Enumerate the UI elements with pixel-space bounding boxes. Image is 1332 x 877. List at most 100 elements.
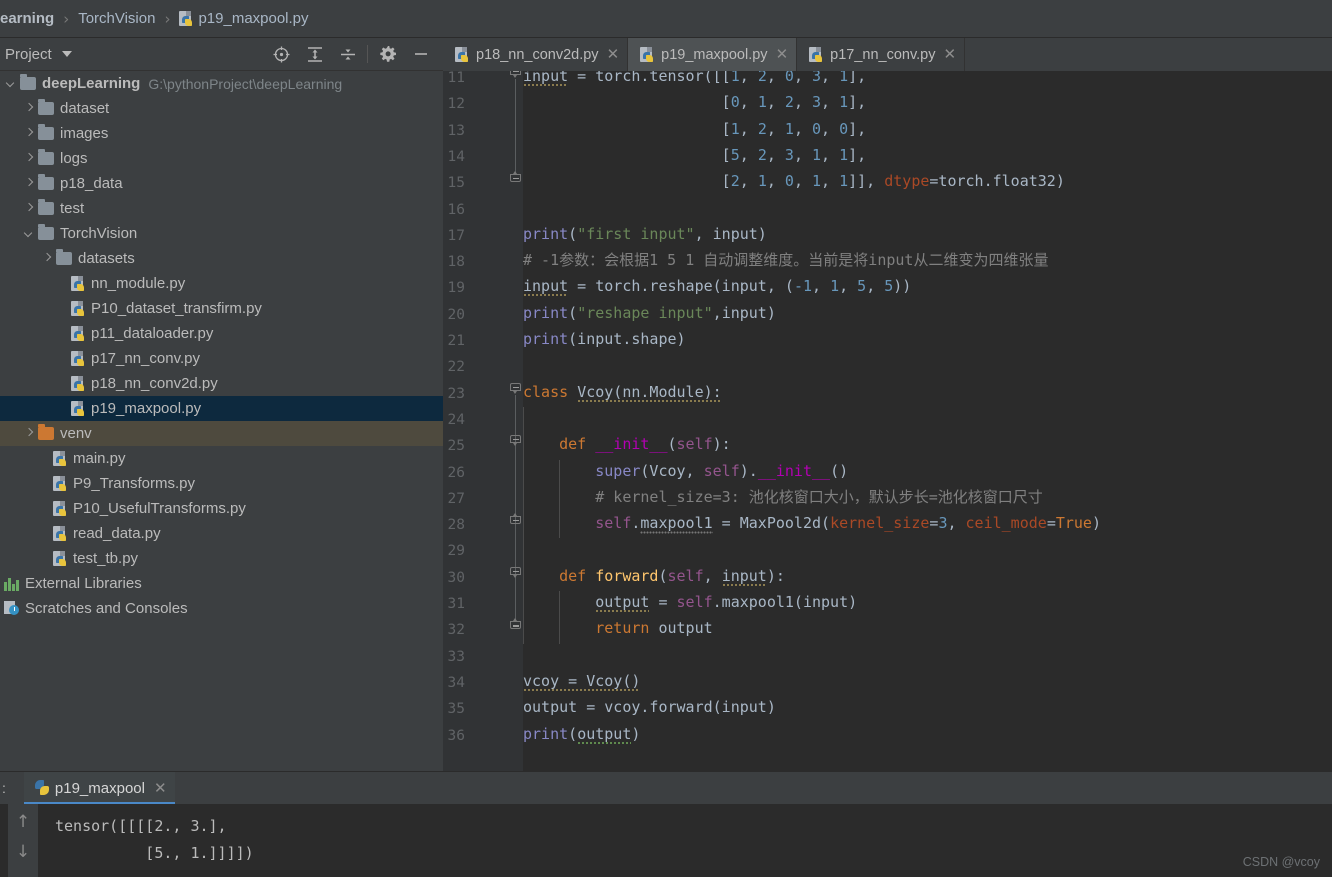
close-icon[interactable]: ✕ [776, 47, 789, 62]
tree-item-nn-module-py[interactable]: nn_module.py [0, 271, 443, 296]
chevron-right-icon[interactable] [22, 152, 35, 165]
breadcrumb-item-project[interactable]: earning [0, 10, 54, 27]
tree-item-deeplearning[interactable]: deepLearning G:\pythonProject\deepLearnin… [0, 71, 443, 96]
project-tree[interactable]: deepLearning G:\pythonProject\deepLearnin… [0, 71, 443, 771]
line-number: 22 [447, 359, 465, 376]
scroll-up-icon[interactable]: ↑ [16, 812, 30, 832]
folder-icon [38, 99, 54, 115]
chevron-right-icon[interactable] [22, 202, 35, 215]
code-line[interactable]: [1, 2, 1, 0, 0], [523, 121, 867, 137]
code-line[interactable]: print(output) [523, 724, 640, 745]
breadcrumb-item-file[interactable]: p19_maxpool.py [179, 10, 309, 27]
tree-item-p17-nn-conv-py[interactable]: p17_nn_conv.py [0, 346, 443, 371]
python-file-icon [71, 325, 86, 342]
code-editor[interactable]: 11 12 13 14 15 16 17 18 19 20 21 22 23 24 25 26 27 28 29 30… [443, 71, 1332, 771]
code-line[interactable]: def __init__(self): [523, 437, 731, 452]
code-line[interactable]: return output [523, 621, 712, 636]
select-opened-file-icon[interactable] [265, 39, 298, 69]
tree-item-dataset[interactable]: dataset [0, 96, 443, 121]
chevron-right-icon[interactable] [22, 177, 35, 190]
line-number: 32 [447, 622, 465, 639]
line-number: 27 [447, 490, 465, 507]
fold-toggle-icon[interactable] [510, 171, 521, 185]
tree-item-p19-maxpool-py[interactable]: p19_maxpool.py [0, 396, 443, 421]
hide-panel-icon[interactable] [404, 39, 437, 69]
indent-guide [559, 459, 561, 539]
console-output-line: [5., 1.]]]]) [55, 844, 254, 862]
code-line[interactable]: print("first input", input) [523, 226, 767, 242]
settings-gear-icon[interactable] [371, 39, 404, 69]
tree-item-test-tb-py[interactable]: test_tb.py [0, 546, 443, 571]
expand-all-icon[interactable] [298, 39, 331, 69]
editor-gutter[interactable]: 11 12 13 14 15 16 17 18 19 20 21 22 23 24 25 26 27 28 29 30… [443, 71, 509, 771]
line-number: 20 [447, 306, 465, 323]
tree-item-p11-dataloader-py[interactable]: p11_dataloader.py [0, 321, 443, 346]
close-icon[interactable]: ✕ [944, 47, 957, 62]
chevron-down-icon[interactable] [61, 51, 72, 57]
code-line[interactable]: input = torch.reshape(input, (-1, 1, 5, … [523, 277, 911, 300]
fold-toggle-icon[interactable] [510, 435, 521, 447]
code-line[interactable]: [2, 1, 0, 1, 1]], dtype=torch.float32) [523, 174, 1065, 189]
tree-item-test[interactable]: test [0, 196, 443, 221]
editor-tab-p18-nn-conv2d-py[interactable]: p18_nn_conv2d.py ✕ [443, 38, 629, 71]
chevron-right-icon[interactable] [40, 252, 53, 265]
line-number: 18 [447, 254, 465, 271]
console-nav-gutter: ↑ ↓ [8, 804, 38, 877]
tree-item-logs[interactable]: logs [0, 146, 443, 171]
tree-item-main-py[interactable]: main.py [0, 446, 443, 471]
tree-item-torchvision[interactable]: TorchVision [0, 221, 443, 246]
console-output-panel[interactable]: ↑ ↓ tensor([[[[2., 3.], [5., 1.]]]]) CSD… [0, 804, 1332, 877]
close-icon[interactable]: ✕ [154, 779, 167, 797]
breadcrumb-item-folder[interactable]: TorchVision [78, 10, 155, 27]
chevron-right-icon[interactable] [22, 427, 35, 440]
code-line[interactable]: input = torch.tensor([[1, 2, 0, 3, 1], [523, 71, 866, 89]
tree-item-scratches-and-consoles[interactable]: Scratches and Consoles [0, 596, 443, 621]
tree-item-external-libraries[interactable]: External Libraries [0, 571, 443, 596]
tree-item-p10-dataset-transfirm-py[interactable]: P10_dataset_transfirm.py [0, 296, 443, 321]
fold-toggle-icon[interactable] [510, 618, 521, 632]
fold-toggle-icon[interactable] [510, 566, 521, 578]
project-panel-title: Project [5, 45, 52, 63]
tree-item-label: P9_Transforms.py [73, 475, 195, 492]
tree-item-label: p17_nn_conv.py [91, 350, 200, 367]
code-line[interactable]: print(input.shape) [523, 332, 686, 347]
code-fold-rail[interactable] [509, 71, 523, 771]
code-line[interactable]: # kernel_size=3: 池化核窗口大小，默认步长=池化核窗口尺寸 [523, 489, 1043, 505]
code-line[interactable]: print("reshape input",input) [523, 305, 776, 321]
editor-tab-p19-maxpool-py[interactable]: p19_maxpool.py ✕ [628, 38, 798, 71]
code-line[interactable]: [0, 1, 2, 3, 1], [523, 95, 867, 110]
collapse-all-icon[interactable] [331, 39, 364, 69]
tree-item-p18-data[interactable]: p18_data [0, 171, 443, 196]
code-line[interactable]: class Vcoy(nn.Module): [523, 382, 722, 405]
code-content[interactable]: input = torch.tensor([[1, 2, 0, 3, 1], [… [523, 71, 1332, 771]
console-tab-p19-maxpool[interactable]: p19_maxpool ✕ [23, 771, 175, 805]
fold-toggle-icon[interactable] [510, 382, 521, 394]
editor-tab-p17-nn-conv-py[interactable]: p17_nn_conv.py ✕ [797, 38, 966, 71]
code-line[interactable]: # -1参数：会根据1 5 1 自动调整维度。当前是将input从二维变为四维张… [523, 253, 1048, 268]
code-line[interactable]: output = vcoy.forward(input) [523, 700, 776, 715]
tree-item-read-data-py[interactable]: read_data.py [0, 521, 443, 546]
chevron-down-icon[interactable] [22, 227, 35, 240]
chevron-right-icon[interactable] [22, 127, 35, 140]
fold-toggle-icon[interactable] [510, 513, 521, 527]
line-number: 35 [447, 701, 465, 718]
code-line[interactable]: output = self.maxpool1(input) [523, 593, 857, 615]
close-icon[interactable]: ✕ [607, 47, 620, 62]
tree-item-venv[interactable]: venv [0, 421, 443, 446]
fold-toggle-icon[interactable] [510, 71, 521, 78]
tree-item-images[interactable]: images [0, 121, 443, 146]
chevron-right-icon[interactable] [22, 102, 35, 115]
tree-item-p18-nn-conv2d-py[interactable]: p18_nn_conv2d.py [0, 371, 443, 396]
code-line[interactable]: self.maxpool1 = MaxPool2d(kernel_size=3,… [523, 514, 1101, 535]
scroll-down-icon[interactable]: ↓ [16, 842, 30, 862]
code-line[interactable]: super(Vcoy, self).__init__() [523, 463, 848, 479]
code-line[interactable]: [5, 2, 3, 1, 1], [523, 147, 867, 163]
tree-item-p10-usefultransforms-py[interactable]: P10_UsefulTransforms.py [0, 496, 443, 521]
code-line[interactable]: vcoy = Vcoy() [523, 671, 641, 694]
chevron-down-icon[interactable] [4, 77, 17, 90]
tree-item-p9-transforms-py[interactable]: P9_Transforms.py [0, 471, 443, 496]
tree-item-datasets[interactable]: datasets [0, 246, 443, 271]
editor-tab-bar[interactable]: p18_nn_conv2d.py ✕ p19_maxpool.py ✕ p17_nn_c… [443, 38, 1332, 71]
line-number: 19 [447, 280, 465, 297]
code-line[interactable]: def forward(self, input): [523, 566, 785, 589]
